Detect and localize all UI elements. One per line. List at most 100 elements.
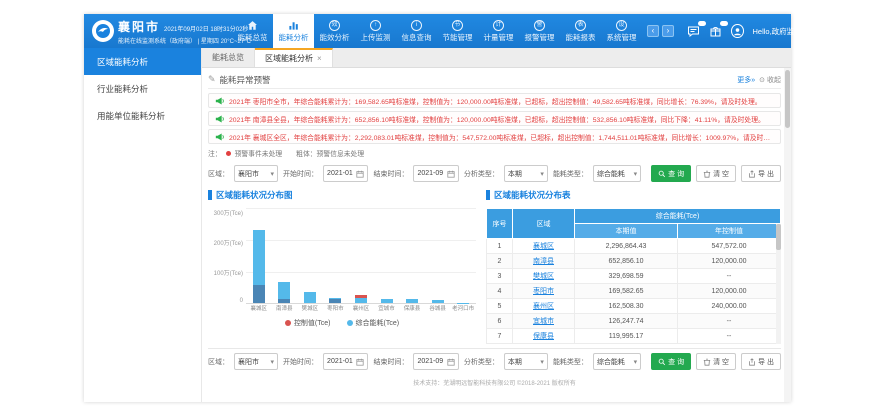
region-link[interactable]: 樊城区 (533, 273, 554, 280)
energy-type-select-bottom[interactable]: 综合能耗▾ (593, 353, 641, 370)
alert-item-2[interactable]: 2021年 襄城区全区，年综合能耗累计为：2,292,083.01吨标准煤，控制… (208, 129, 781, 144)
nav-item-8[interactable]: 表能耗报表 (560, 14, 601, 48)
alert-list: 2021年 枣阳市全市，年综合能耗累计为：169,582.65吨标准煤，控制值为… (208, 89, 781, 146)
header-right: Hello,政府监管 ▾ 退出 (679, 14, 844, 48)
nav-item-6[interactable]: 计计量管理 (478, 14, 519, 48)
clear-button-top[interactable]: 清 空 (696, 165, 736, 182)
app-window: 襄阳市 2021年09月02日 18时31分02秒 能耗在线监测系统（政府端） … (84, 14, 791, 402)
energy-type-select-top[interactable]: 综合能耗▾ (593, 165, 641, 182)
search-icon (658, 358, 666, 366)
tab-bar: 能耗总览区域能耗分析× (202, 48, 791, 68)
export-icon (748, 170, 756, 178)
chart-plot (246, 208, 476, 304)
legend-item: 综合能耗(Tce) (347, 318, 400, 328)
table-panel: 区域能耗状况分布表 序号 区域 综合能耗(Tce) (486, 188, 781, 344)
home-icon (247, 20, 258, 31)
alarm-icon: 警 (534, 19, 545, 31)
chevron-down-icon: ▾ (540, 358, 544, 366)
start-date-input-top[interactable]: 2021-01 (323, 165, 368, 182)
export-button-bottom[interactable]: 导 出 (741, 353, 781, 370)
table-row: 7保康县119,995.17-- (487, 329, 781, 344)
main-nav: 能耗总览能耗分析效能效分析↑上传监测i信息查询节节能管理计计量管理警报警管理表能… (232, 14, 642, 48)
table-scrollbar[interactable] (776, 224, 781, 344)
alert-item-1[interactable]: 2021年 南漳县全县，年综合能耗累计为：652,856.10吨标准煤，控制值为… (208, 111, 781, 126)
notification-icon[interactable] (709, 25, 722, 38)
more-link[interactable]: 更多» (737, 75, 755, 85)
legend-item: 控制值(Tce) (285, 318, 331, 328)
chart-x-axis: 襄城区南漳县樊城区枣阳市襄州区宜城市保康县谷城县老河口市 (246, 304, 476, 312)
query-button-bottom[interactable]: 查 询 (651, 353, 691, 370)
analysis-type-select-top[interactable]: 本期▾ (504, 165, 548, 182)
avatar[interactable] (731, 24, 744, 38)
end-date-input-bottom[interactable]: 2021-09 (413, 353, 458, 370)
logout-button[interactable]: 退出 (816, 19, 836, 42)
content: ✎ 能耗异常预警 更多» ⊙ 收起 2021年 枣阳市全市，年综合能耗累计为：1… (202, 68, 791, 402)
sidebar-item-1[interactable]: 行业能耗分析 (84, 75, 201, 102)
close-icon[interactable]: × (317, 54, 322, 63)
sidebar-item-2[interactable]: 用能单位能耗分析 (84, 102, 201, 129)
calendar-icon (447, 170, 455, 178)
nav-item-7[interactable]: 警报警管理 (519, 14, 560, 48)
analysis-type-select-bottom[interactable]: 本期▾ (504, 353, 548, 370)
bar-老河口市[interactable] (454, 303, 472, 304)
alert-panel-header: ✎ 能耗异常预警 更多» ⊙ 收起 (208, 71, 781, 89)
chart-legend: 控制值(Tce) 综合能耗(Tce) (208, 318, 476, 328)
region-table-body: 1襄城区2,296,864.43547,572.002南漳县652,856.10… (487, 239, 781, 344)
alert-item-0[interactable]: 2021年 枣阳市全市，年综合能耗累计为：169,582.65吨标准煤，控制值为… (208, 93, 781, 108)
sidebar-item-0[interactable]: 区域能耗分析 (84, 48, 201, 75)
export-button-top[interactable]: 导 出 (741, 165, 781, 182)
start-date-input-bottom[interactable]: 2021-01 (323, 353, 368, 370)
bar-宜城市[interactable] (378, 299, 396, 303)
calendar-icon (356, 170, 364, 178)
footer-text: 技术支持：芜湖明远智能科技有限公司 ©2018-2021 版权所有 (208, 374, 781, 389)
region-link[interactable]: 宜城市 (533, 318, 554, 325)
bar-谷城县[interactable] (429, 300, 447, 303)
region-link[interactable]: 保康县 (533, 333, 554, 340)
export-icon (748, 358, 756, 366)
calendar-icon (447, 358, 455, 366)
nav-scroll-left-button[interactable]: ‹ (647, 25, 659, 37)
alert-panel-title: 能耗异常预警 (220, 74, 271, 86)
region-select-top[interactable]: 襄阳市▾ (234, 165, 278, 182)
tab-1[interactable]: 区域能耗分析× (255, 48, 333, 67)
clear-button-bottom[interactable]: 清 空 (696, 353, 736, 370)
query-button-top[interactable]: 查 询 (651, 165, 691, 182)
region-link[interactable]: 襄州区 (533, 303, 554, 310)
bar-南漳县[interactable] (275, 282, 293, 303)
nav-scroll-right-button[interactable]: › (662, 25, 674, 37)
collapse-link[interactable]: ⊙ 收起 (759, 75, 781, 85)
user-greeting[interactable]: Hello,政府监管 ▾ (753, 26, 808, 37)
main-area: 能耗总览区域能耗分析× ✎ 能耗异常预警 更多» ⊙ 收起 2021年 枣阳市全… (202, 48, 791, 402)
message-icon[interactable] (687, 25, 700, 38)
bar-襄城区[interactable] (250, 230, 268, 303)
filter-bar-top: 区域：襄阳市▾开始时间：2021-01结束时间：2021-09分析类型：本期▾能… (208, 161, 781, 186)
col-region: 区域 (513, 209, 575, 239)
region-link[interactable]: 南漳县 (533, 258, 554, 265)
region-link[interactable]: 襄城区 (533, 243, 554, 250)
city-name: 襄阳市 (118, 18, 160, 35)
bar-保康县[interactable] (403, 299, 421, 303)
nav-pager: ‹ › (642, 14, 679, 48)
system-subtitle: 能耗在线监测系统（政府端） (118, 39, 196, 45)
content-scrollbar[interactable] (784, 68, 791, 402)
nav-item-2[interactable]: 效能效分析 (314, 14, 355, 48)
top-header: 襄阳市 2021年09月02日 18时31分02秒 能耗在线监测系统（政府端） … (84, 14, 791, 48)
nav-item-9[interactable]: 设系统管理 (601, 14, 642, 48)
nav-item-4[interactable]: i信息查询 (396, 14, 437, 48)
region-link[interactable]: 枣阳市 (533, 288, 554, 295)
chart-panel: 区域能耗状况分布图 300万(Tce)200万(Tce)100万(Tce)0 襄… (208, 188, 476, 344)
calendar-icon (356, 358, 364, 366)
nav-item-1[interactable]: 能耗分析 (273, 14, 314, 48)
upload-icon: ↑ (370, 19, 381, 31)
tab-0[interactable]: 能耗总览 (202, 48, 255, 67)
region-select-bottom[interactable]: 襄阳市▾ (234, 353, 278, 370)
bar-枣阳市[interactable] (326, 298, 344, 303)
nav-item-3[interactable]: ↑上传监测 (355, 14, 396, 48)
red-dot-icon (226, 151, 231, 156)
bar-樊城区[interactable] (301, 292, 319, 303)
brand: 襄阳市 2021年09月02日 18时31分02秒 能耗在线监测系统（政府端） … (84, 14, 232, 48)
bar-襄州区[interactable] (352, 295, 370, 303)
nav-item-5[interactable]: 节节能管理 (437, 14, 478, 48)
end-date-input-top[interactable]: 2021-09 (413, 165, 458, 182)
efficiency-icon: 效 (329, 19, 340, 31)
